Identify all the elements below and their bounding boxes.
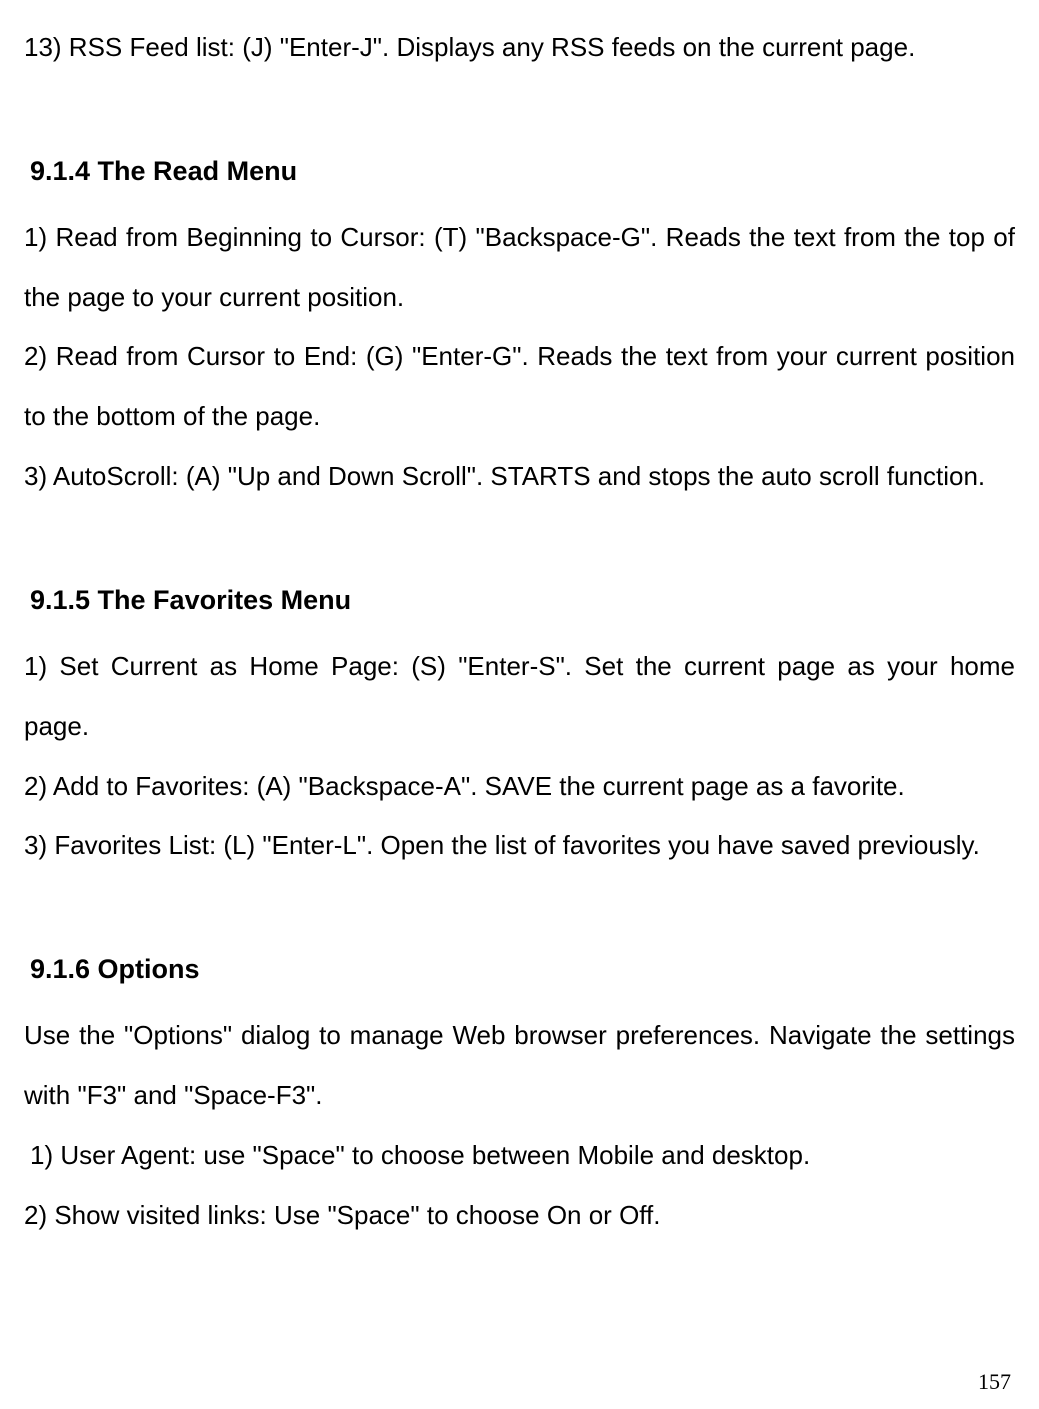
page-number: 157 — [978, 1369, 1011, 1395]
section-9-1-5: 9.1.5 The Favorites Menu 1) Set Current … — [24, 569, 1015, 876]
section-9-1-6-intro: Use the "Options" dialog to manage Web b… — [24, 1006, 1015, 1126]
section-9-1-4-item-3: 3) AutoScroll: (A) "Up and Down Scroll".… — [24, 447, 1015, 507]
heading-9-1-5: 9.1.5 The Favorites Menu — [24, 569, 1015, 631]
top-paragraph: 13) RSS Feed list: (J) "Enter-J". Displa… — [24, 18, 1015, 78]
section-9-1-6-item-1: 1) User Agent: use "Space" to choose bet… — [24, 1126, 1015, 1186]
section-9-1-4: 9.1.4 The Read Menu 1) Read from Beginni… — [24, 140, 1015, 507]
section-9-1-5-item-2: 2) Add to Favorites: (A) "Backspace-A". … — [24, 757, 1015, 817]
heading-9-1-4: 9.1.4 The Read Menu — [24, 140, 1015, 202]
section-9-1-4-item-2: 2) Read from Cursor to End: (G) "Enter-G… — [24, 327, 1015, 447]
document-body: 13) RSS Feed list: (J) "Enter-J". Displa… — [24, 18, 1015, 1245]
section-9-1-5-item-1: 1) Set Current as Home Page: (S) "Enter-… — [24, 637, 1015, 757]
section-9-1-6: 9.1.6 Options Use the "Options" dialog t… — [24, 938, 1015, 1245]
section-9-1-6-item-2: 2) Show visited links: Use "Space" to ch… — [24, 1186, 1015, 1246]
section-9-1-5-item-3: 3) Favorites List: (L) "Enter-L". Open t… — [24, 816, 1015, 876]
section-9-1-4-item-1: 1) Read from Beginning to Cursor: (T) "B… — [24, 208, 1015, 328]
heading-9-1-6: 9.1.6 Options — [24, 938, 1015, 1000]
